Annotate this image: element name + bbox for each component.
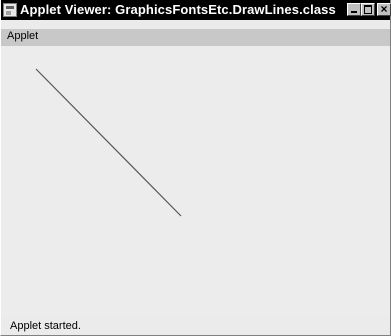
- applet-viewer-icon[interactable]: [3, 3, 17, 17]
- applet-viewer-window: Applet Viewer: GraphicsFontsEtc.DrawLine…: [0, 0, 391, 336]
- menu-bar: Applet: [1, 29, 390, 46]
- status-text: Applet started.: [10, 320, 81, 332]
- title-bar[interactable]: Applet Viewer: GraphicsFontsEtc.DrawLine…: [1, 0, 391, 20]
- drawing-surface: [35, 68, 182, 217]
- close-button[interactable]: ×: [377, 2, 391, 16]
- drawn-line: [35, 68, 182, 217]
- close-icon: ×: [380, 2, 388, 16]
- window-title: Applet Viewer: GraphicsFontsEtc.DrawLine…: [20, 2, 336, 17]
- applet-canvas: [1, 46, 390, 316]
- maximize-icon[interactable]: [361, 3, 375, 16]
- menu-applet[interactable]: Applet: [5, 30, 40, 42]
- minimize-icon[interactable]: [347, 3, 361, 16]
